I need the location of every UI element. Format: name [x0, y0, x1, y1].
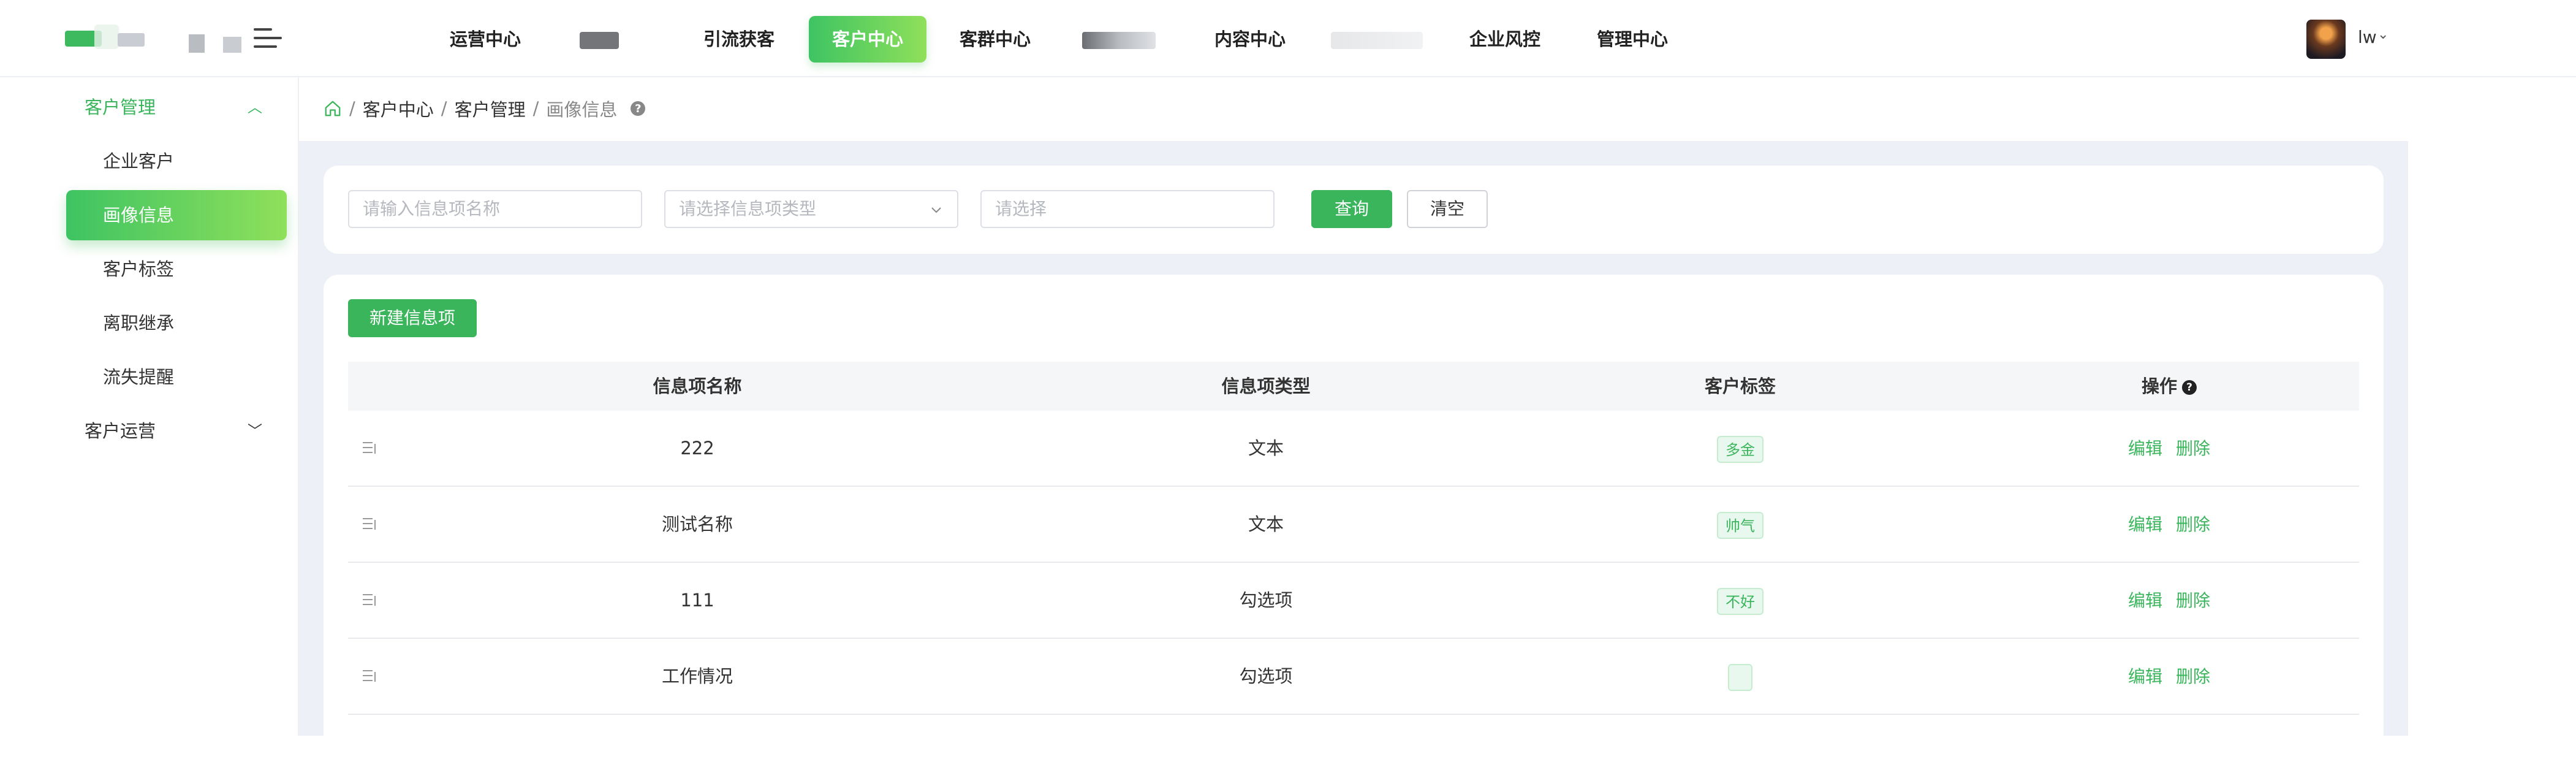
table-header: 信息项名称 信息项类型 客户标签 操作?	[348, 362, 2359, 411]
tag-badge: 不好	[1717, 588, 1763, 615]
cell-type: 勾选项	[1239, 666, 1293, 687]
sidebar-item-profile-info[interactable]: 画像信息	[66, 190, 287, 240]
cell-tag: 多金	[1526, 411, 1955, 486]
delete-link[interactable]: 删除	[2176, 666, 2210, 687]
tag-badge	[1728, 664, 1752, 691]
chevron-down-icon[interactable]: ⌄	[2377, 27, 2388, 42]
edit-link[interactable]: 编辑	[2128, 666, 2162, 687]
cell-type: 文本	[1248, 438, 1284, 459]
edit-link[interactable]: 编辑	[2128, 514, 2162, 535]
cell-tag: 帅气	[1526, 487, 1955, 562]
left-gutter	[0, 77, 54, 736]
clear-button[interactable]: 清空	[1407, 190, 1488, 228]
cell-actions: 编辑 删除	[2077, 487, 2261, 562]
cell-type: 勾选项	[1239, 590, 1293, 611]
sidebar-item-resignation-inherit[interactable]: 离职继承	[66, 298, 287, 348]
name-search-input[interactable]: 请输入信息项名称	[348, 190, 642, 228]
column-header-name: 信息项名称	[653, 376, 742, 397]
nav-obscured-3[interactable]	[1331, 32, 1423, 49]
breadcrumb-separator: /	[349, 98, 355, 119]
nav-management-center[interactable]: 管理中心	[1583, 16, 1681, 63]
drag-handle-icon[interactable]	[360, 591, 379, 609]
column-header-type: 信息项类型	[1221, 376, 1311, 397]
column-header-actions-label: 操作	[2141, 376, 2177, 397]
drag-handle-icon[interactable]	[360, 515, 379, 533]
sidebar-group-customer-operations[interactable]: 客户运营 ﹀	[85, 416, 293, 446]
help-icon[interactable]: ?	[2182, 380, 2197, 395]
delete-link[interactable]: 删除	[2176, 514, 2210, 535]
breadcrumb-customer-center[interactable]: 客户中心	[363, 96, 434, 121]
type-select-placeholder: 请选择信息项类型	[679, 199, 817, 219]
brand-logo[interactable]	[61, 22, 147, 55]
new-info-item-button[interactable]: 新建信息项	[348, 299, 477, 337]
chevron-down-icon	[929, 191, 944, 227]
tag-badge: 多金	[1717, 436, 1763, 463]
sidebar-group-label: 客户管理	[85, 97, 156, 118]
breadcrumb-separator: /	[441, 98, 447, 119]
cell-tag	[1526, 639, 1955, 714]
nav-obscured-1[interactable]	[580, 32, 619, 49]
avatar[interactable]	[2306, 20, 2346, 59]
user-name[interactable]: lw	[2358, 27, 2377, 47]
table-card: 新建信息项 信息项名称 信息项类型 客户标签 操作? 222 文本 多金 编辑删…	[324, 275, 2384, 759]
cell-tag: 不好	[1526, 563, 1955, 638]
delete-link[interactable]: 删除	[2176, 590, 2210, 611]
cell-actions: 编辑 删除	[2077, 639, 2261, 714]
breadcrumb-bar: / 客户中心 / 客户管理 / 画像信息 ?	[299, 77, 2408, 141]
chevron-up-icon: ︿	[248, 99, 262, 116]
edit-link[interactable]: 编辑	[2128, 438, 2162, 459]
table-row: 222 文本 多金 编辑 删除	[348, 411, 2359, 487]
breadcrumb: / 客户中心 / 客户管理 / 画像信息 ?	[324, 96, 646, 121]
sidebar: 客户管理 ︿ 企业客户 画像信息 客户标签 离职继承 流失提醒 客户运营 ﹀	[54, 77, 299, 736]
home-icon[interactable]	[324, 99, 342, 118]
edit-link[interactable]: 编辑	[2128, 590, 2162, 611]
chevron-down-icon: ﹀	[248, 422, 262, 440]
cell-actions: 编辑 删除	[2077, 411, 2261, 486]
cell-name: 测试名称	[661, 514, 733, 535]
column-header-tag: 客户标签	[1704, 376, 1776, 397]
nav-content-center[interactable]: 内容中心	[1201, 16, 1299, 63]
nav-operations[interactable]: 运营中心	[436, 16, 534, 63]
top-bar: 运营中心 引流获客 客户中心 客群中心 内容中心 企业风控 管理中心 lw ⌄	[0, 0, 2576, 77]
cell-name: 111	[680, 590, 714, 611]
nav-group-center[interactable]: 客群中心	[946, 16, 1044, 63]
breadcrumb-separator: /	[532, 98, 539, 119]
tag-badge: 帅气	[1717, 512, 1763, 539]
drag-handle-icon[interactable]	[360, 439, 379, 457]
nav-enterprise-risk[interactable]: 企业风控	[1456, 16, 1554, 63]
query-button[interactable]: 查询	[1311, 190, 1392, 228]
column-header-actions: 操作?	[2077, 362, 2261, 411]
brand-logo-text	[184, 27, 251, 55]
sidebar-group-label: 客户运营	[85, 421, 156, 441]
cell-name: 工作情况	[661, 666, 733, 687]
nav-obscured-2[interactable]	[1082, 32, 1156, 49]
breadcrumb-customer-management[interactable]: 客户管理	[455, 96, 526, 121]
nav-customer-center[interactable]: 客户中心	[809, 16, 926, 63]
type-select[interactable]: 请选择信息项类型	[664, 190, 958, 228]
other-select[interactable]: 请选择	[980, 190, 1275, 228]
delete-link[interactable]: 删除	[2176, 438, 2210, 459]
cell-type: 文本	[1248, 514, 1284, 535]
cell-name: 222	[680, 438, 714, 459]
nav-lead-acquisition[interactable]: 引流获客	[690, 16, 788, 63]
table-row: 工作情况 勾选项 编辑 删除	[348, 639, 2359, 715]
drag-handle-icon[interactable]	[360, 667, 379, 685]
sidebar-item-customer-tags[interactable]: 客户标签	[66, 244, 287, 294]
breadcrumb-current: 画像信息	[546, 99, 618, 120]
cell-actions: 编辑 删除	[2077, 563, 2261, 638]
filter-card: 请输入信息项名称 请选择信息项类型 请选择 查询 清空	[324, 166, 2384, 254]
table-row: 测试名称 文本 帅气 编辑 删除	[348, 487, 2359, 563]
sidebar-group-customer-management[interactable]: 客户管理 ︿	[85, 92, 293, 123]
menu-toggle-icon[interactable]	[251, 26, 282, 50]
sidebar-item-churn-alert[interactable]: 流失提醒	[66, 352, 287, 402]
table-row: 111 勾选项 不好 编辑 删除	[348, 563, 2359, 639]
help-icon[interactable]: ?	[631, 101, 646, 116]
sidebar-item-enterprise-customers[interactable]: 企业客户	[66, 136, 287, 186]
right-blank-area	[2408, 77, 2576, 736]
